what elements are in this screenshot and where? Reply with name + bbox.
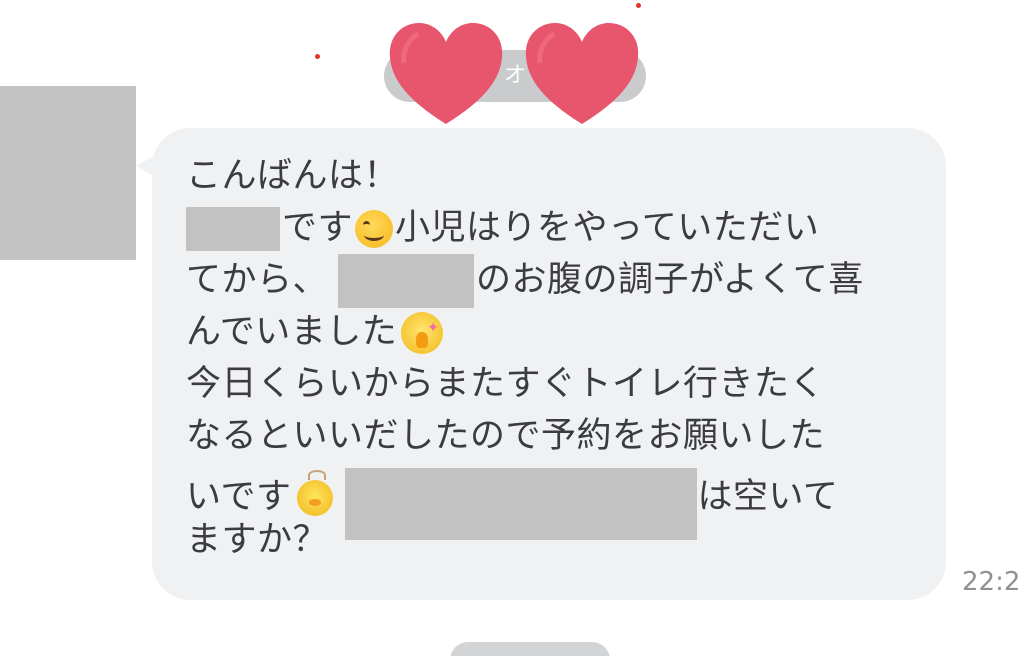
smiling-face-emoji-icon xyxy=(355,210,394,248)
sticker-sparkle-dot xyxy=(315,54,320,59)
chat-screen: オ こんばんは！ です 小児はりをやっていただい てから、 のお腹の調子がよくて喜 … xyxy=(0,0,1024,656)
message-text-segment: こんばんは！ xyxy=(186,156,400,196)
avatar-redacted[interactable] xyxy=(0,86,136,260)
message-timestamp: 22:2 xyxy=(962,567,1021,597)
message-line: てから、 のお腹の調子がよくて喜 xyxy=(186,254,926,308)
message-text-segment: なるといいだしたので予約をお願いした xyxy=(186,416,826,456)
message-line: 今日くらいからまたすぐトイレ行きたく xyxy=(186,358,926,410)
heart-sticker-icon xyxy=(520,16,644,132)
message-text-segment: のお腹の調子がよくて喜 xyxy=(476,260,864,300)
message-line: こんばんは！ xyxy=(186,150,926,202)
message-text: こんばんは！ です 小児はりをやっていただい てから、 のお腹の調子がよくて喜 んで… xyxy=(186,150,926,566)
message-text-segment: いです xyxy=(186,477,292,517)
message-text-segment: んでいました xyxy=(186,312,398,352)
message-line: んでいました xyxy=(186,302,926,358)
message-text-segment: ますか？ xyxy=(186,520,329,560)
message-text-segment: てから、 xyxy=(186,260,329,300)
redacted-date-time xyxy=(345,468,698,540)
message-line: いです は空いて xyxy=(186,462,926,540)
heart-sticker-icon xyxy=(384,16,508,132)
praying-chick-emoji-icon xyxy=(401,302,444,354)
message-text-segment: は空いて xyxy=(697,477,839,517)
next-date-separator-pill xyxy=(450,642,610,656)
message-line: なるといいだしたので予約をお願いした xyxy=(186,410,926,462)
redacted-name xyxy=(186,207,280,251)
message-text-segment: 小児はりをやっていただい xyxy=(395,208,820,248)
message-line: です 小児はりをやっていただい xyxy=(186,202,926,254)
sticker-sparkle-dot xyxy=(636,3,641,8)
small-chick-emoji-icon xyxy=(297,470,334,516)
redacted-child-name xyxy=(338,254,475,308)
message-text-segment: 今日くらいからまたすぐトイレ行きたく xyxy=(186,364,826,404)
message-text-segment: です xyxy=(282,208,354,248)
